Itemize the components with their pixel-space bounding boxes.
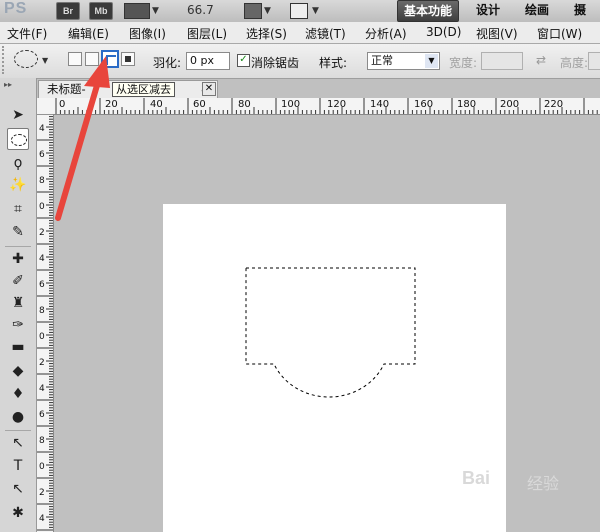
annotation-arrow xyxy=(55,56,110,221)
